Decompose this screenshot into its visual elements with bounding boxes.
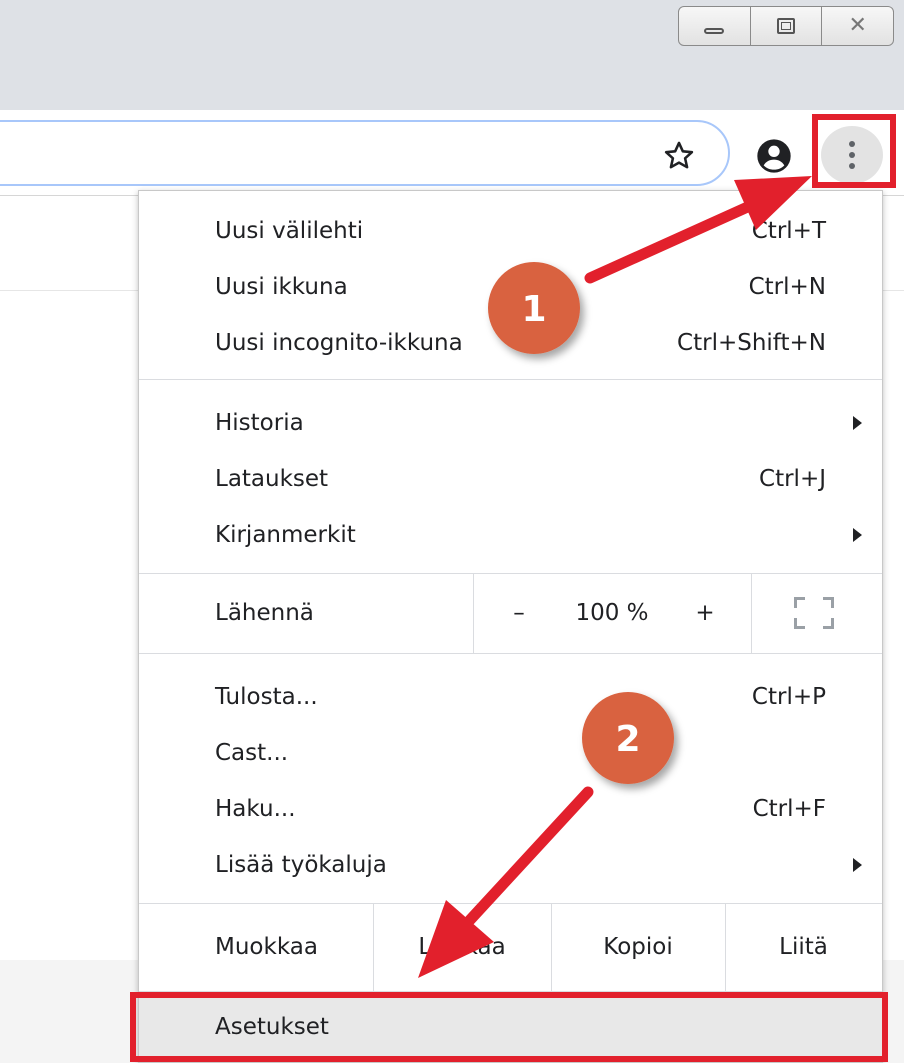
minimize-icon <box>704 28 725 34</box>
zoom-divider <box>473 573 474 653</box>
paste-button[interactable]: Liitä <box>725 903 882 991</box>
zoom-level-value: 100 % <box>575 600 649 626</box>
menu-item-shortcut: Ctrl+T <box>751 218 826 244</box>
close-icon: ✕ <box>848 13 867 38</box>
zoom-row: Lähennä – 100 % + <box>139 573 882 653</box>
account-circle-icon <box>757 139 791 173</box>
zoom-divider <box>751 573 752 653</box>
menu-item-label: Haku... <box>215 796 296 822</box>
bookmark-star-button[interactable] <box>655 136 703 176</box>
edit-row: Muokkaa Leikkaa Kopioi Liitä <box>139 903 882 991</box>
zoom-out-button[interactable]: – <box>499 573 539 653</box>
window-controls: ✕ <box>678 6 894 46</box>
highlight-box-settings <box>130 992 888 1062</box>
copy-button[interactable]: Kopioi <box>551 903 725 991</box>
edit-label: Muokkaa <box>215 934 318 960</box>
menu-item-label: Lisää työkaluja <box>215 852 387 878</box>
menu-item-label: Kirjanmerkit <box>215 522 356 548</box>
menu-item-shortcut: Ctrl+F <box>752 796 826 822</box>
cut-button[interactable]: Leikkaa <box>373 903 551 991</box>
menu-separator <box>139 379 882 380</box>
menu-item-label: Lataukset <box>215 466 329 492</box>
menu-item-label: Uusi välilehti <box>215 218 364 244</box>
close-button[interactable]: ✕ <box>821 7 893 45</box>
chrome-main-menu: Uusi välilehti Ctrl+T Uusi ikkuna Ctrl+N… <box>138 190 883 1063</box>
maximize-icon <box>777 18 795 34</box>
menu-item-shortcut: Ctrl+P <box>751 684 826 710</box>
menu-item-label: Cast... <box>215 740 289 766</box>
zoom-label: Lähennä <box>215 600 314 626</box>
maximize-button[interactable] <box>749 7 822 45</box>
menu-item-new-window[interactable]: Uusi ikkuna Ctrl+N <box>139 259 882 315</box>
menu-item-find[interactable]: Haku... Ctrl+F <box>139 781 882 837</box>
menu-item-new-tab[interactable]: Uusi välilehti Ctrl+T <box>139 203 882 259</box>
zoom-in-button[interactable]: + <box>685 573 725 653</box>
menu-item-shortcut: Ctrl+Shift+N <box>677 330 826 356</box>
menu-item-cast[interactable]: Cast... <box>139 725 882 781</box>
fullscreen-button[interactable] <box>794 597 834 629</box>
menu-item-new-incognito[interactable]: Uusi incognito-ikkuna Ctrl+Shift+N <box>139 315 882 371</box>
menu-item-shortcut: Ctrl+J <box>759 466 826 492</box>
menu-item-label: Uusi ikkuna <box>215 274 348 300</box>
menu-item-label: Uusi incognito-ikkuna <box>215 330 463 356</box>
submenu-arrow-icon <box>853 416 862 430</box>
submenu-arrow-icon <box>853 528 862 542</box>
highlight-box-menu-button <box>812 114 896 188</box>
star-icon <box>664 141 694 169</box>
menu-item-history[interactable]: Historia <box>139 395 882 451</box>
menu-item-print[interactable]: Tulosta... Ctrl+P <box>139 669 882 725</box>
menu-item-bookmarks[interactable]: Kirjanmerkit <box>139 507 882 563</box>
menu-item-downloads[interactable]: Lataukset Ctrl+J <box>139 451 882 507</box>
window-titlebar: ✕ <box>0 0 904 110</box>
address-bar[interactable] <box>0 120 730 186</box>
profile-button[interactable] <box>752 134 796 178</box>
minimize-button[interactable] <box>679 7 750 45</box>
menu-item-more-tools[interactable]: Lisää työkaluja <box>139 837 882 893</box>
submenu-arrow-icon <box>853 858 862 872</box>
menu-separator <box>139 653 882 654</box>
menu-item-label: Historia <box>215 410 304 436</box>
menu-item-label: Tulosta... <box>215 684 318 710</box>
menu-item-shortcut: Ctrl+N <box>748 274 826 300</box>
